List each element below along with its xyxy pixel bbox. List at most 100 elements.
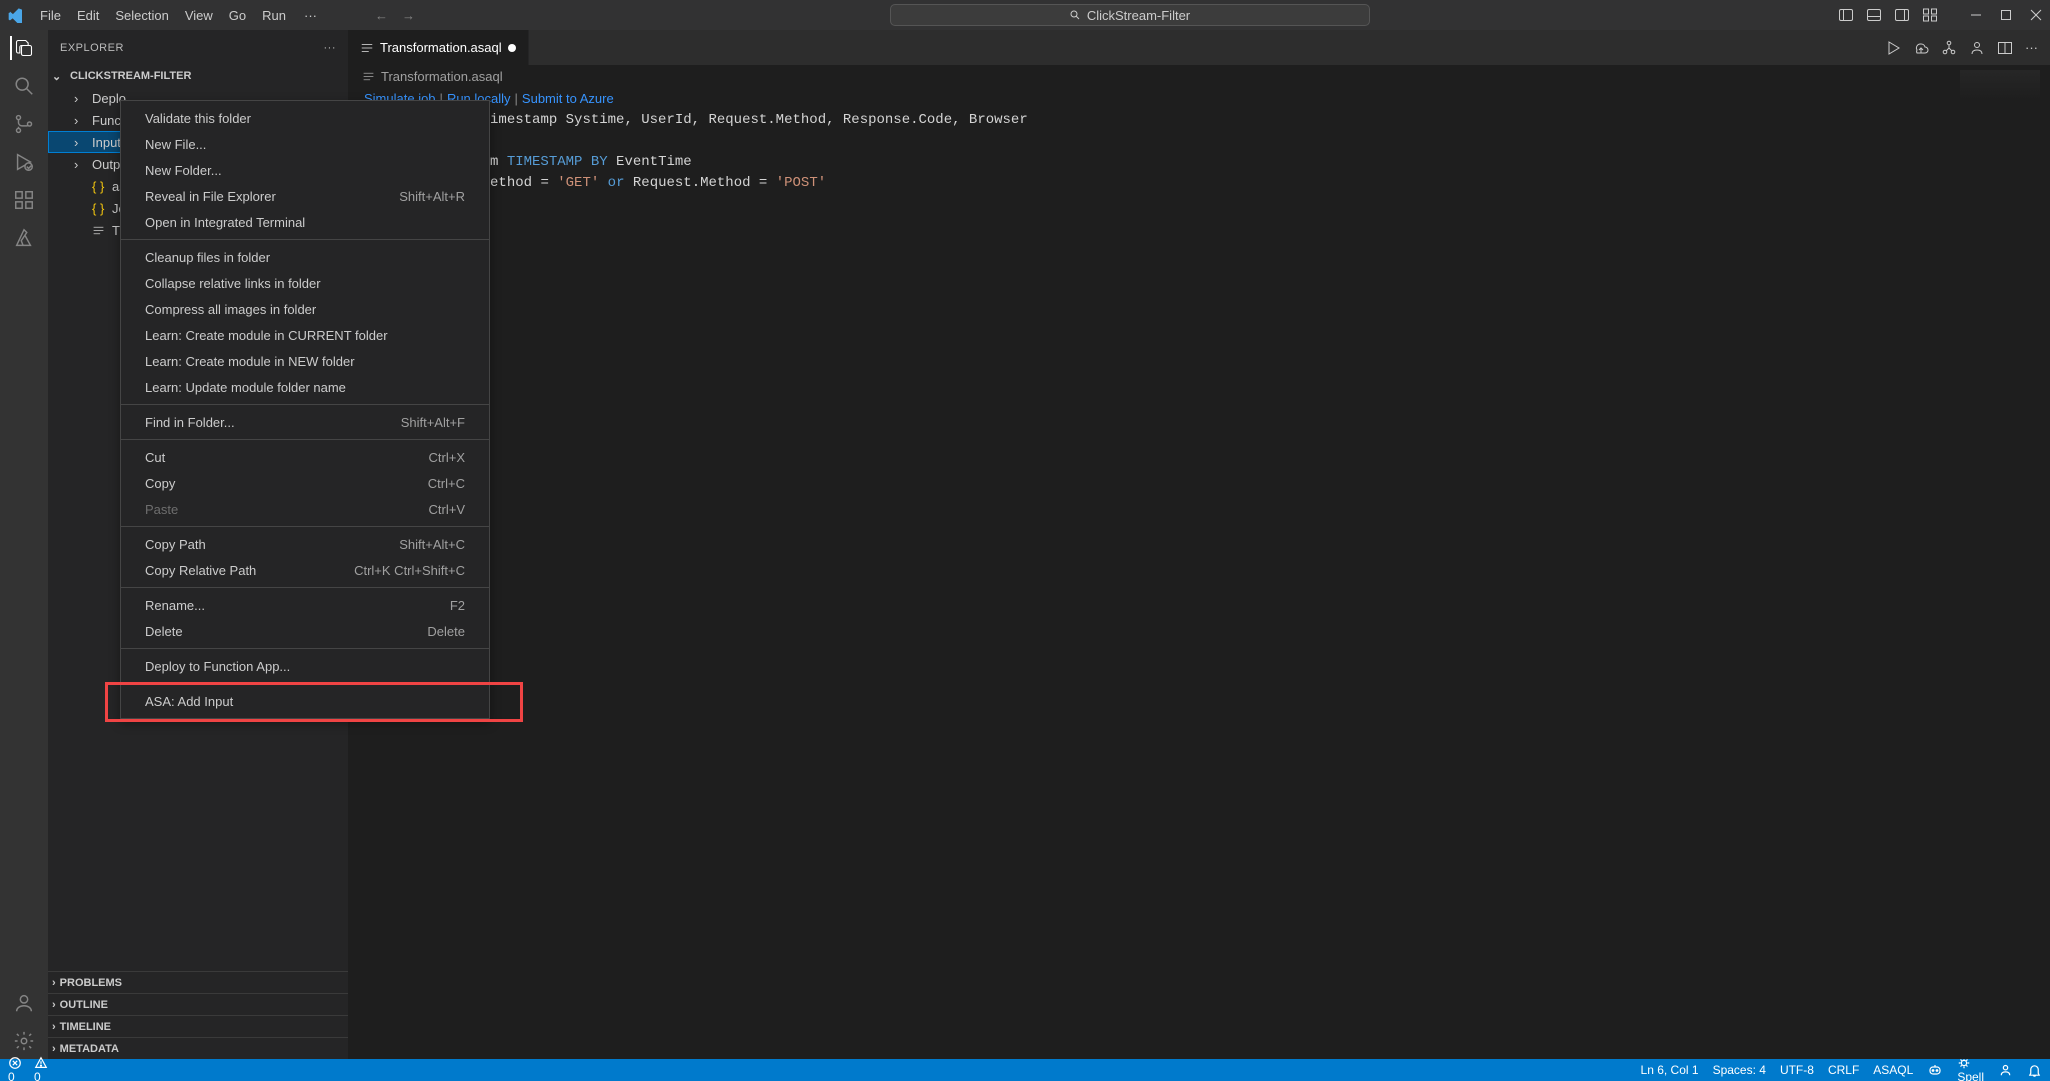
menu-file[interactable]: File [32,6,69,25]
nav-forward-icon[interactable]: → [396,8,421,23]
diagram-icon[interactable] [1941,40,1957,56]
code-lens-actions: Simulate job|Run locally|Submit to Azure [348,87,2050,110]
ctx-paste: PasteCtrl+V [121,496,489,522]
split-editor-icon[interactable] [1997,40,2013,56]
command-center[interactable]: ClickStream-Filter [890,4,1370,26]
search-activity-icon[interactable] [12,74,36,98]
ctx-learn-create-module-in-new-folder[interactable]: Learn: Create module in NEW folder [121,348,489,374]
person-icon[interactable] [1969,40,1985,56]
breadcrumb[interactable]: Transformation.asaql [348,65,2050,87]
menu-edit[interactable]: Edit [69,6,107,25]
search-icon [1069,9,1081,21]
status-feedback-icon[interactable] [1998,1063,2013,1078]
tab-label: Transformation.asaql [380,40,502,55]
layout-right-icon[interactable] [1894,7,1910,23]
status-ln-6-col-1[interactable]: Ln 6, Col 1 [1641,1063,1699,1077]
project-name: CLICKSTREAM-FILTER [70,70,191,82]
editor-tab-transformation[interactable]: Transformation.asaql [348,30,529,65]
accounts-icon[interactable] [12,991,36,1015]
source-control-icon[interactable] [12,112,36,136]
status-copilot-icon[interactable] [1927,1062,1943,1078]
ctx-collapse-relative-links-in-folder[interactable]: Collapse relative links in folder [121,270,489,296]
ctx-new-file[interactable]: New File... [121,131,489,157]
status-crlf[interactable]: CRLF [1828,1063,1859,1077]
section-outline[interactable]: ›OUTLINE [48,993,348,1015]
explorer-more-icon[interactable]: ··· [324,42,337,54]
editor-area: Transformation.asaql ··· Transformation.… [348,30,2050,1059]
minimap[interactable] [1960,70,2040,100]
ctx-rename[interactable]: Rename...F2 [121,592,489,618]
run-icon[interactable] [1885,40,1901,56]
chevron-right-icon: › [52,1021,56,1033]
nav-back-icon[interactable]: ← [369,8,394,23]
status-spell[interactable]: Spell [1957,1056,1984,1081]
ctx-reveal-in-file-explorer[interactable]: Reveal in File ExplorerShift+Alt+R [121,183,489,209]
status-spaces-4[interactable]: Spaces: 4 [1713,1063,1766,1077]
ctx-learn-update-module-folder-name[interactable]: Learn: Update module folder name [121,374,489,400]
editor-more-icon[interactable]: ··· [2025,40,2038,55]
project-section-header[interactable]: ⌄ CLICKSTREAM-FILTER [48,65,348,87]
ctx-open-in-integrated-terminal[interactable]: Open in Integrated Terminal [121,209,489,235]
chevron-down-icon: ⌄ [52,70,66,83]
menu-run[interactable]: Run [254,6,294,25]
menu-bar: FileEditSelectionViewGoRun [32,6,294,25]
deploy-icon[interactable] [1913,40,1929,56]
settings-gear-icon[interactable] [12,1029,36,1053]
tab-dirty-dot-icon [508,44,516,52]
context-menu: Validate this folderNew File...New Folde… [120,100,490,719]
status-errors[interactable]: 0 [8,1056,22,1081]
ctx-copy[interactable]: CopyCtrl+C [121,470,489,496]
ctx-learn-create-module-in-current-folder[interactable]: Learn: Create module in CURRENT folder [121,322,489,348]
layout-left-icon[interactable] [1838,7,1854,23]
status-bell-icon[interactable] [2027,1063,2042,1078]
ctx-cut[interactable]: CutCtrl+X [121,444,489,470]
ctx-delete[interactable]: DeleteDelete [121,618,489,644]
chevron-right-icon: › [74,91,88,106]
layout-customize-icon[interactable] [1922,7,1938,23]
section-problems[interactable]: ›PROBLEMS [48,971,348,993]
json-icon: { } [92,179,108,194]
layout-bottom-icon[interactable] [1866,7,1882,23]
command-center-title: ClickStream-Filter [1087,8,1190,23]
menu-view[interactable]: View [177,6,221,25]
chevron-right-icon: › [52,977,56,989]
chevron-right-icon: › [74,113,88,128]
window-close-icon[interactable] [2030,9,2042,21]
window-maximize-icon[interactable] [2000,9,2012,21]
ctx-new-folder[interactable]: New Folder... [121,157,489,183]
menu-overflow[interactable]: ··· [296,6,325,25]
ctx-copy-relative-path[interactable]: Copy Relative PathCtrl+K Ctrl+Shift+C [121,557,489,583]
ctx-copy-path[interactable]: Copy PathShift+Alt+C [121,531,489,557]
chevron-right-icon: › [52,1043,56,1055]
chevron-right-icon: › [74,135,88,150]
menu-selection[interactable]: Selection [107,6,176,25]
file-icon [92,224,108,237]
ctx-validate-this-folder[interactable]: Validate this folder [121,105,489,131]
menu-go[interactable]: Go [221,6,254,25]
activity-bar [0,30,48,1059]
section-metadata[interactable]: ›METADATA [48,1037,348,1059]
code-editor[interactable]: SELECT System.Timestamp Systime, UserId,… [348,110,2050,1059]
explorer-icon[interactable] [10,36,34,60]
title-bar: FileEditSelectionViewGoRun ··· ← → Click… [0,0,2050,30]
ctx-asa-add-input[interactable]: ASA: Add Input [121,688,489,714]
azure-icon[interactable] [12,226,36,250]
ctx-deploy-to-function-app[interactable]: Deploy to Function App... [121,653,489,679]
status-bar: 0 0 Ln 6, Col 1 Spaces: 4 UTF-8 CRLF ASAQL S… [0,1059,2050,1081]
run-debug-icon[interactable] [12,150,36,174]
json-icon: { } [92,201,108,216]
extensions-icon[interactable] [12,188,36,212]
codelens-submit-to-azure[interactable]: Submit to Azure [522,91,614,106]
status-warnings[interactable]: 0 [34,1056,48,1081]
chevron-right-icon: › [74,157,88,172]
explorer-title: EXPLORER [60,42,124,54]
status-utf-8[interactable]: UTF-8 [1780,1063,1814,1077]
ctx-compress-all-images-in-folder[interactable]: Compress all images in folder [121,296,489,322]
file-icon [360,41,374,55]
section-timeline[interactable]: ›TIMELINE [48,1015,348,1037]
ctx-cleanup-files-in-folder[interactable]: Cleanup files in folder [121,244,489,270]
status-asaql[interactable]: ASAQL [1873,1063,1913,1077]
chevron-right-icon: › [52,999,56,1011]
ctx-find-in-folder[interactable]: Find in Folder...Shift+Alt+F [121,409,489,435]
window-minimize-icon[interactable] [1970,9,1982,21]
